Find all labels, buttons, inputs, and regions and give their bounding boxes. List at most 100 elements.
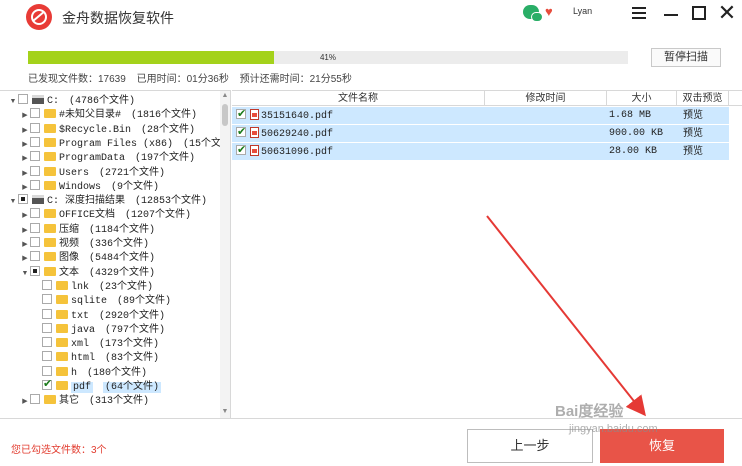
scan-progress-label: 41%: [319, 53, 336, 62]
tree-item[interactable]: ▼ C: (4786个文件): [8, 94, 135, 108]
tree-item-checkbox[interactable]: [30, 251, 40, 262]
preview-link[interactable]: 预览: [683, 143, 703, 160]
column-modified[interactable]: 修改时间: [485, 91, 607, 106]
scan-stats: 已发现文件数：17639 已用时间：01分36秒 预计还需时间：21分55秒: [28, 70, 360, 85]
expand-arrow-icon[interactable]: ▶: [20, 138, 30, 152]
tree-item-checkbox[interactable]: [30, 165, 40, 176]
tree-item-checkbox[interactable]: [42, 365, 52, 376]
column-size[interactable]: 大小: [607, 91, 677, 106]
table-row[interactable]: 50631096.pdf 28.00 KB 预览: [232, 142, 729, 160]
tree-item-checkbox[interactable]: [42, 337, 52, 348]
preview-link[interactable]: 预览: [683, 107, 703, 124]
file-checkbox[interactable]: [236, 124, 246, 141]
collapse-arrow-icon[interactable]: ▼: [20, 267, 30, 281]
minimize-icon[interactable]: [660, 2, 682, 24]
tree-item-checkbox[interactable]: [30, 222, 40, 233]
menu-icon[interactable]: [628, 2, 650, 24]
tree-item[interactable]: ▶ 图像 (5484个文件): [20, 251, 155, 265]
file-name: 35151640.pdf: [261, 111, 334, 122]
tree-item-checkbox[interactable]: [42, 294, 52, 305]
tree-item-checkbox[interactable]: [30, 122, 40, 133]
scan-progress-bar: 41%: [28, 51, 628, 64]
scroll-down-icon[interactable]: ▼: [220, 408, 230, 418]
tree-item[interactable]: ▼ 文本 (4329个文件): [20, 265, 155, 281]
tree-item[interactable]: ▶ 其它 (313个文件): [20, 394, 149, 408]
tree-item[interactable]: ▶ #未知父目录# (1816个文件): [20, 108, 197, 122]
tree-item[interactable]: ▼ C: 深度扫描结果 (12853个文件): [8, 194, 207, 208]
tree-item-checkbox[interactable]: [42, 377, 52, 391]
table-row[interactable]: 35151640.pdf 1.68 MB 预览: [232, 106, 729, 124]
collapse-arrow-icon[interactable]: ▼: [8, 195, 18, 209]
drive-icon: [32, 195, 44, 205]
tree-item[interactable]: ▶ OFFICE文档 (1207个文件): [20, 208, 191, 222]
tree-item-checkbox[interactable]: [18, 194, 28, 205]
tree-item-checkbox[interactable]: [30, 265, 40, 276]
tree-item[interactable]: ▶ Program Files (x86) (15个文: [20, 136, 221, 152]
favorite-icon[interactable]: ♥: [545, 4, 553, 19]
expand-arrow-icon[interactable]: ▶: [20, 167, 30, 181]
expand-arrow-icon[interactable]: ▶: [20, 109, 30, 123]
column-preview[interactable]: 双击预览: [677, 91, 729, 106]
expand-arrow-icon[interactable]: ▶: [20, 238, 30, 252]
tree-item[interactable]: lnk (23个文件): [32, 279, 153, 294]
column-name[interactable]: 文件名称: [232, 91, 485, 106]
tree-item[interactable]: sqlite (89个文件): [32, 294, 171, 308]
folder-icon: [56, 338, 68, 348]
tree-item-label: txt: [71, 310, 90, 322]
tree-item[interactable]: java (797个文件): [32, 322, 165, 337]
folder-icon: [56, 352, 68, 362]
tree-item[interactable]: ▶ 视频 (336个文件): [20, 237, 149, 251]
tree-item-checkbox[interactable]: [30, 136, 40, 147]
folder-tree: ▼ C: (4786个文件) ▶ #未知父目录# (1816个文件) ▶ $Recycle.B…: [0, 90, 231, 418]
folder-icon: [56, 295, 68, 305]
tree-item-checkbox[interactable]: [18, 94, 28, 104]
folder-icon: [44, 123, 56, 133]
file-name: 50631096.pdf: [261, 147, 334, 158]
tree-item[interactable]: xml (173个文件): [32, 337, 159, 351]
expand-arrow-icon[interactable]: ▶: [20, 395, 30, 409]
maximize-icon[interactable]: [688, 2, 710, 24]
expand-arrow-icon[interactable]: ▶: [20, 252, 30, 266]
tree-scrollbar[interactable]: ▲ ▼: [220, 91, 230, 418]
tree-item-checkbox[interactable]: [42, 308, 52, 319]
tree-item[interactable]: ▶ $Recycle.Bin (28个文件): [20, 122, 195, 138]
tree-item[interactable]: pdf (64个文件): [32, 377, 162, 394]
tree-item[interactable]: ▶ 压缩 (1184个文件): [20, 222, 155, 238]
tree-item-checkbox[interactable]: [30, 394, 40, 405]
preview-link[interactable]: 预览: [683, 125, 703, 142]
tree-item-checkbox[interactable]: [30, 151, 40, 162]
file-table: 文件名称 修改时间 大小 双击预览 35151640.pdf1.68 MB预览5…: [232, 90, 742, 418]
tree-item-checkbox[interactable]: [42, 279, 52, 290]
tree-item-label: sqlite: [71, 296, 108, 308]
tree-item-checkbox[interactable]: [30, 179, 40, 190]
tree-item[interactable]: txt (2920个文件): [32, 308, 165, 323]
tree-item[interactable]: html (83个文件): [32, 351, 159, 365]
tree-item-checkbox[interactable]: [30, 237, 40, 247]
folder-icon: [44, 152, 56, 162]
folder-icon: [56, 309, 68, 319]
wechat-icon[interactable]: [523, 5, 543, 22]
table-row[interactable]: 50629240.pdf 900.00 KB 预览: [232, 124, 729, 142]
tree-item[interactable]: ▶ Users (2721个文件): [20, 165, 165, 181]
close-icon[interactable]: ✕: [716, 2, 738, 24]
expand-arrow-icon[interactable]: ▶: [20, 152, 30, 166]
tree-item[interactable]: ▶ Windows (9个文件): [20, 179, 159, 195]
pause-scan-button[interactable]: 暂停扫描: [651, 48, 721, 67]
expand-arrow-icon[interactable]: ▶: [20, 181, 30, 195]
tree-item-checkbox[interactable]: [30, 108, 40, 119]
expand-arrow-icon[interactable]: ▶: [20, 209, 30, 223]
tree-item-checkbox[interactable]: [30, 208, 40, 219]
tree-item-checkbox[interactable]: [42, 322, 52, 333]
tree-item-label: #未知父目录#: [59, 110, 122, 122]
tree-item[interactable]: ▶ ProgramData (197个文件): [20, 151, 195, 165]
scrollbar-thumb[interactable]: [222, 104, 228, 126]
file-checkbox[interactable]: [236, 106, 246, 123]
folder-icon: [44, 137, 56, 147]
expand-arrow-icon[interactable]: ▶: [20, 124, 30, 138]
tree-item-checkbox[interactable]: [42, 351, 52, 362]
file-checkbox[interactable]: [236, 142, 246, 159]
user-name[interactable]: Lyan: [573, 6, 592, 16]
collapse-arrow-icon[interactable]: ▼: [8, 95, 18, 109]
expand-arrow-icon[interactable]: ▶: [20, 224, 30, 238]
scroll-up-icon[interactable]: ▲: [220, 92, 230, 102]
